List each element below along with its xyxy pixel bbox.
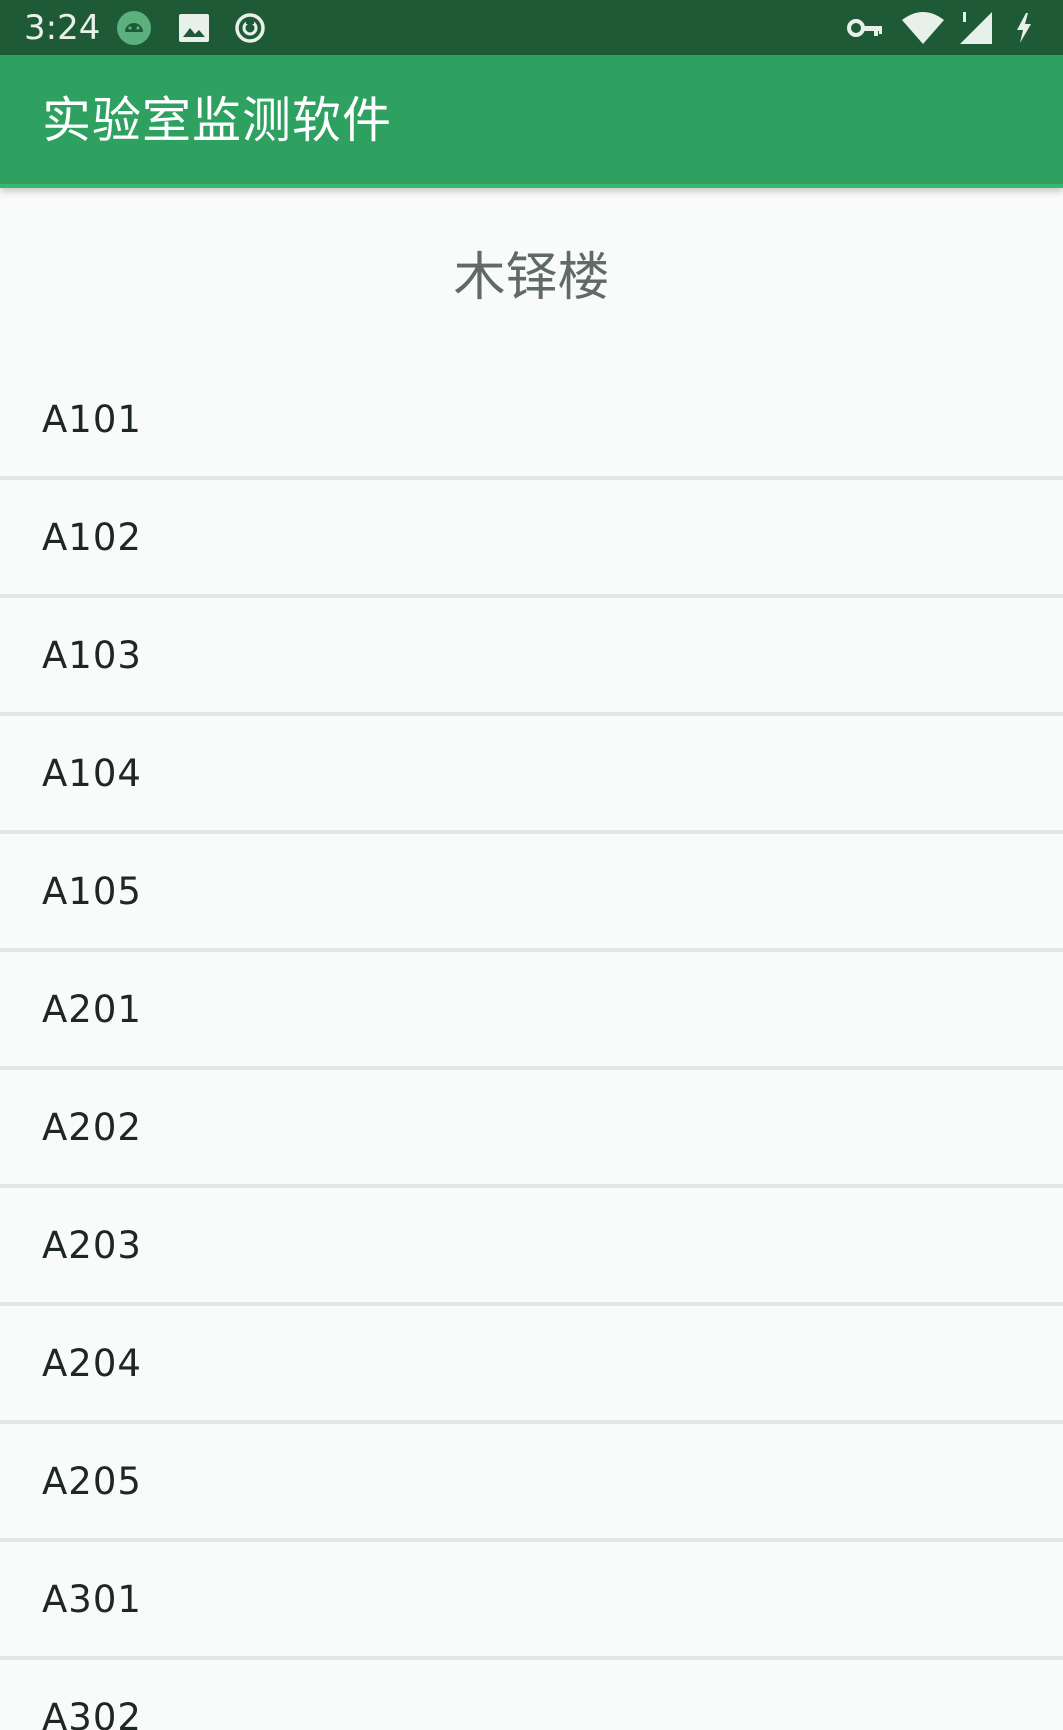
list-item-a301[interactable]: A301 [0, 1542, 1063, 1660]
room-label: A104 [42, 752, 142, 795]
sync-notification-icon [235, 13, 265, 43]
room-list: A101 A102 A103 A104 A105 A201 A202 A203 … [0, 362, 1063, 1730]
wifi-icon [902, 12, 944, 44]
list-item-a104[interactable]: A104 [0, 716, 1063, 834]
list-item-a105[interactable]: A105 [0, 834, 1063, 952]
list-item-a103[interactable]: A103 [0, 598, 1063, 716]
list-item-a204[interactable]: A204 [0, 1306, 1063, 1424]
list-item-a101[interactable]: A101 [0, 362, 1063, 480]
battery-charging-icon [1017, 13, 1031, 43]
cell-signal-icon [960, 12, 992, 44]
screen: 3:24 实验室监测软件 木铎楼 A101 A102 A103 A104 A10… [0, 0, 1063, 1730]
app-bar: 实验室监测软件 [0, 55, 1063, 188]
list-item-a102[interactable]: A102 [0, 480, 1063, 598]
room-label: A102 [42, 516, 142, 559]
status-time: 3:24 [24, 8, 101, 48]
room-label: A204 [42, 1342, 142, 1385]
app-bar-edge [0, 184, 1063, 188]
image-notification-icon [179, 14, 209, 42]
room-label: A203 [42, 1224, 142, 1267]
status-bar: 3:24 [0, 0, 1063, 55]
room-label: A105 [42, 870, 142, 913]
list-item-a202[interactable]: A202 [0, 1070, 1063, 1188]
list-item-a302[interactable]: A302 [0, 1660, 1063, 1730]
android-notification-icon [117, 11, 151, 45]
room-label: A101 [42, 398, 142, 441]
room-label: A205 [42, 1460, 142, 1503]
list-item-a203[interactable]: A203 [0, 1188, 1063, 1306]
room-label: A201 [42, 988, 142, 1031]
room-label: A202 [42, 1106, 142, 1149]
vpn-key-icon [847, 19, 882, 37]
room-label: A302 [42, 1696, 142, 1730]
room-label: A301 [42, 1578, 142, 1621]
list-item-a205[interactable]: A205 [0, 1424, 1063, 1542]
list-item-a201[interactable]: A201 [0, 952, 1063, 1070]
building-title: 木铎楼 [453, 248, 610, 308]
app-title: 实验室监测软件 [42, 92, 393, 149]
room-label: A103 [42, 634, 142, 677]
